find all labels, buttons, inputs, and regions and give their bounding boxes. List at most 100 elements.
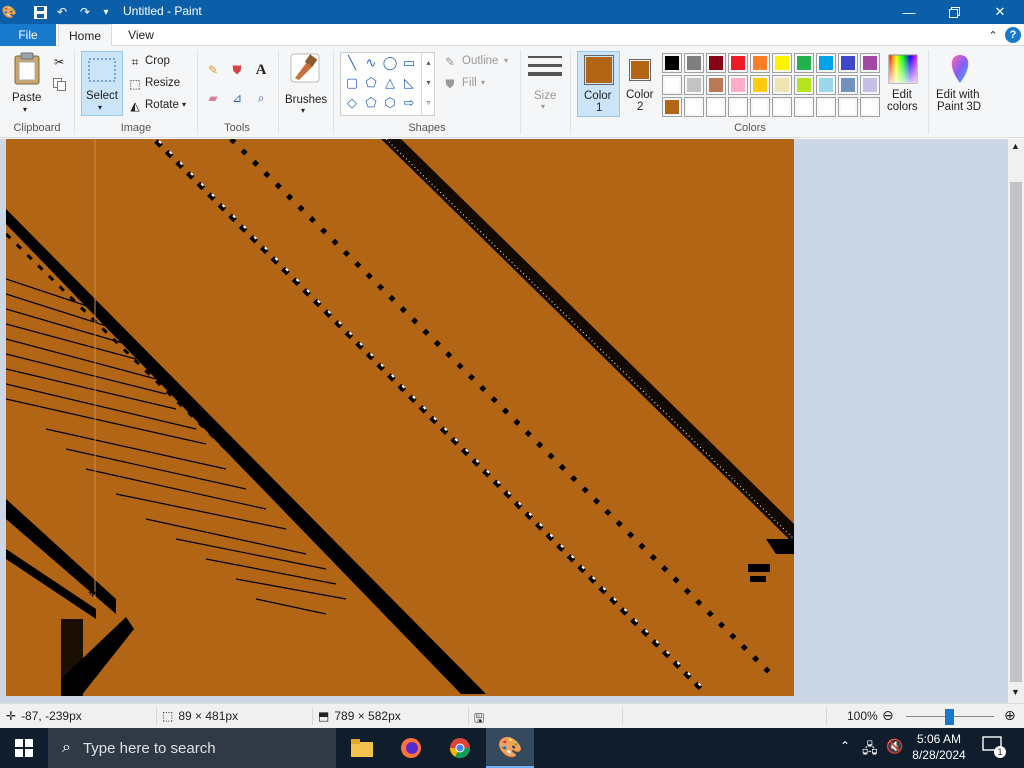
file-explorer-button[interactable]: [338, 728, 386, 768]
palette-swatch-3-7[interactable]: [794, 97, 814, 117]
eraser-icon[interactable]: ▰: [205, 90, 221, 106]
paint-taskbar-button[interactable]: 🎨: [486, 728, 534, 768]
palette-swatch-2-5[interactable]: [750, 75, 770, 95]
palette-swatch-3-5[interactable]: [750, 97, 770, 117]
help-icon[interactable]: ?: [1005, 27, 1021, 43]
zoom-in-button[interactable]: ⊕: [1004, 707, 1016, 724]
shapes-scroll[interactable]: ▴ ▾ ▿: [421, 53, 435, 115]
curve-shape-icon[interactable]: ∿: [362, 55, 380, 71]
palette-swatch-3-4[interactable]: [728, 97, 748, 117]
arrow-shape-icon[interactable]: ⇨: [400, 95, 418, 111]
taskbar-search[interactable]: ⌕ Type here to search: [48, 728, 336, 768]
palette-swatch-1-4[interactable]: [728, 53, 748, 73]
fill-dropdown-icon[interactable]: ▾: [481, 78, 485, 87]
palette-swatch-2-7[interactable]: [794, 75, 814, 95]
palette-swatch-3-10[interactable]: [860, 97, 880, 117]
size-button[interactable]: Size ▾: [525, 52, 565, 112]
brushes-button[interactable]: Brushes ▾: [283, 50, 327, 116]
palette-swatch-2-9[interactable]: [838, 75, 858, 95]
edit-with-paint3d-button[interactable]: Edit with Paint 3D: [934, 51, 986, 117]
minimize-button[interactable]: —: [886, 0, 932, 24]
scroll-down-icon[interactable]: ▼: [1011, 687, 1020, 697]
tab-home[interactable]: Home: [58, 24, 112, 46]
palette-swatch-2-10[interactable]: [860, 75, 880, 95]
color1-button[interactable]: Color 1: [577, 51, 620, 117]
line-shape-icon[interactable]: ╲: [343, 55, 361, 71]
color2-button[interactable]: Color 2: [623, 51, 659, 117]
fill-bucket-icon[interactable]: ⛊: [229, 62, 245, 78]
right-triangle-shape-icon[interactable]: ◺: [400, 75, 418, 91]
system-clock[interactable]: 5:06 AM 8/28/2024: [908, 731, 970, 763]
palette-swatch-1-10[interactable]: [860, 53, 880, 73]
palette-swatch-2-2[interactable]: [684, 75, 704, 95]
drawing-canvas[interactable]: ⌖: [6, 139, 794, 696]
network-icon[interactable]: 🖧: [862, 738, 878, 762]
palette-swatch-1-1[interactable]: [662, 53, 682, 73]
hexagon-shape-icon[interactable]: ⬡: [381, 95, 399, 111]
chrome-button[interactable]: [436, 728, 484, 768]
outline-dropdown-icon[interactable]: ▾: [504, 56, 508, 65]
select-button[interactable]: Select ▾: [81, 51, 123, 116]
palette-swatch-1-9[interactable]: [838, 53, 858, 73]
brushes-dropdown-icon[interactable]: ▾: [301, 106, 305, 115]
tab-view[interactable]: View: [118, 24, 164, 46]
collapse-ribbon-icon[interactable]: ⌃: [985, 27, 1001, 43]
copy-icon[interactable]: [51, 76, 67, 92]
scrollbar-thumb[interactable]: [1010, 182, 1022, 682]
rectangle-shape-icon[interactable]: ▭: [400, 55, 418, 71]
palette-swatch-3-9[interactable]: [838, 97, 858, 117]
palette-swatch-1-6[interactable]: [772, 53, 792, 73]
show-hidden-icons[interactable]: ⌃: [840, 739, 850, 753]
rotate-button[interactable]: Rotate: [145, 99, 179, 111]
palette-swatch-1-7[interactable]: [794, 53, 814, 73]
triangle-shape-icon[interactable]: △: [381, 75, 399, 91]
polygon-shape-icon[interactable]: ⬠: [362, 75, 380, 91]
magnifier-icon[interactable]: ⌕: [253, 90, 269, 106]
fill-button[interactable]: Fill: [462, 77, 477, 89]
size-dropdown-icon[interactable]: ▾: [541, 102, 545, 111]
rotate-dropdown-icon[interactable]: ▾: [182, 100, 186, 109]
crop-button[interactable]: Crop: [145, 55, 170, 67]
palette-swatch-1-5[interactable]: [750, 53, 770, 73]
palette-swatch-2-4[interactable]: [728, 75, 748, 95]
palette-swatch-3-2[interactable]: [684, 97, 704, 117]
oval-shape-icon[interactable]: ◯: [381, 55, 399, 71]
palette-swatch-3-3[interactable]: [706, 97, 726, 117]
customize-toolbar-icon[interactable]: ▾: [97, 3, 115, 21]
redo-icon[interactable]: ↷: [76, 3, 94, 21]
text-tool-icon[interactable]: A: [253, 62, 269, 78]
undo-icon[interactable]: ↶: [53, 3, 71, 21]
palette-swatch-1-3[interactable]: [706, 53, 726, 73]
maximize-button[interactable]: [931, 0, 977, 24]
palette-swatch-2-1[interactable]: [662, 75, 682, 95]
palette-swatch-3-8[interactable]: [816, 97, 836, 117]
close-button[interactable]: ✕: [977, 0, 1023, 24]
tab-file[interactable]: File: [0, 24, 56, 46]
cut-icon[interactable]: ✂: [51, 54, 67, 70]
rounded-rect-shape-icon[interactable]: ▢: [343, 75, 361, 91]
notification-center-button[interactable]: 1: [982, 736, 1006, 758]
scroll-up-icon[interactable]: ▲: [1011, 141, 1020, 151]
outline-button[interactable]: Outline: [462, 55, 498, 67]
palette-swatch-3-1[interactable]: [662, 97, 682, 117]
palette-swatch-2-6[interactable]: [772, 75, 792, 95]
volume-muted-icon[interactable]: 🔇: [886, 738, 903, 755]
diamond-shape-icon[interactable]: ◇: [343, 95, 361, 111]
palette-swatch-2-8[interactable]: [816, 75, 836, 95]
palette-swatch-1-2[interactable]: [684, 53, 704, 73]
pencil-icon[interactable]: ✎: [205, 62, 221, 78]
edit-colors-button[interactable]: Edit colors: [884, 51, 922, 117]
start-button[interactable]: [0, 728, 48, 768]
color-picker-icon[interactable]: ⊿: [229, 90, 245, 106]
pentagon-shape-icon[interactable]: ⬠: [362, 95, 380, 111]
paste-button[interactable]: Paste ▾: [6, 50, 48, 114]
palette-swatch-3-6[interactable]: [772, 97, 792, 117]
zoom-slider-thumb[interactable]: [945, 709, 954, 725]
select-dropdown-icon[interactable]: ▾: [98, 103, 102, 112]
zoom-out-button[interactable]: ⊖: [882, 707, 894, 724]
firefox-button[interactable]: [387, 728, 435, 768]
palette-swatch-2-3[interactable]: [706, 75, 726, 95]
resize-button[interactable]: Resize: [145, 77, 180, 89]
palette-swatch-1-8[interactable]: [816, 53, 836, 73]
save-icon[interactable]: [31, 3, 49, 21]
